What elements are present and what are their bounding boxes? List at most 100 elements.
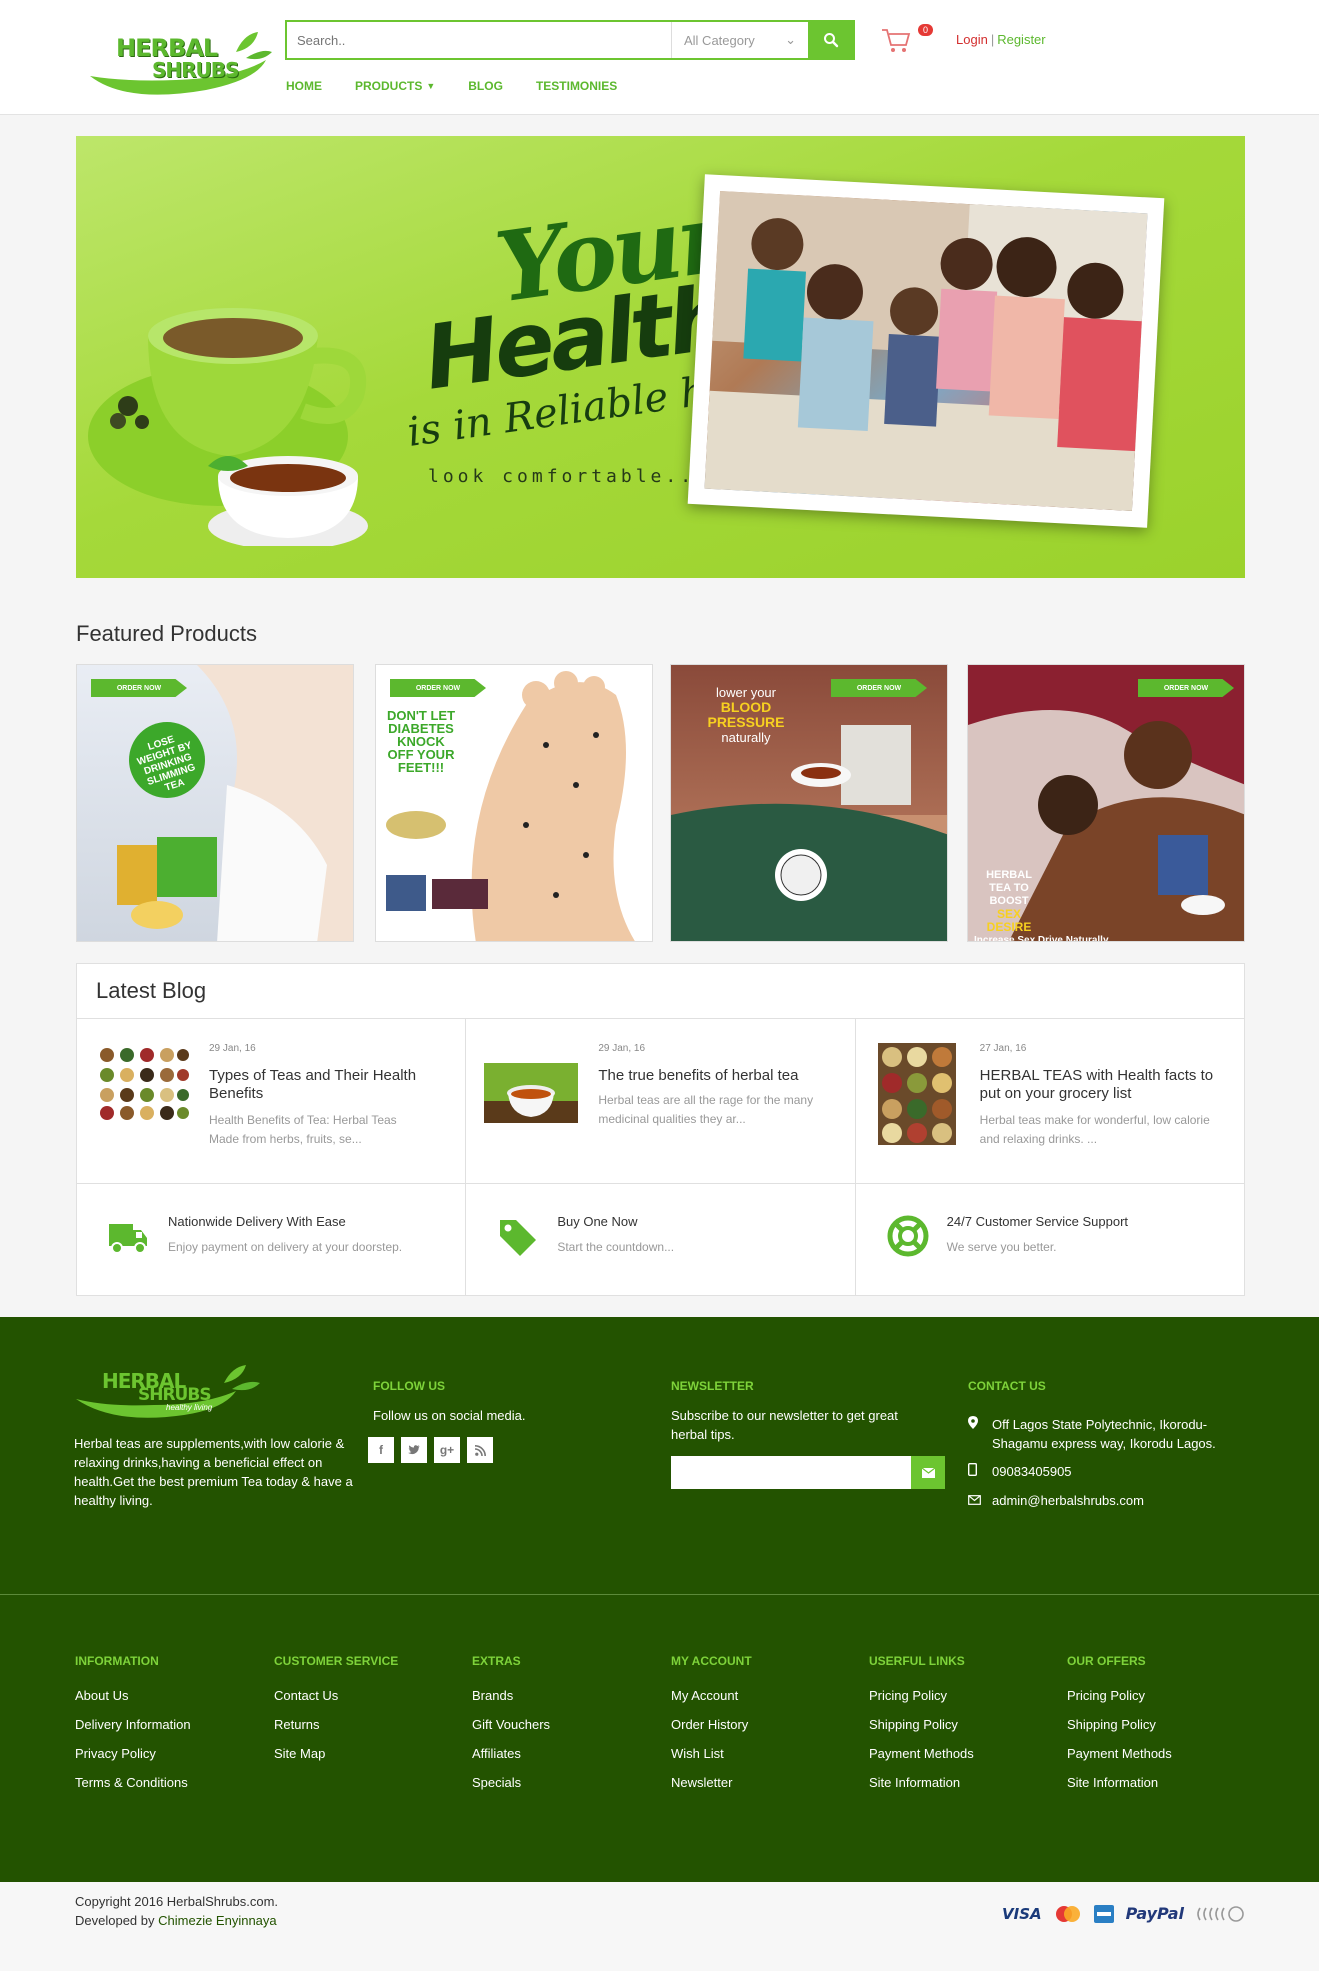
footer-link[interactable]: Order History bbox=[671, 1717, 752, 1736]
envelope-icon bbox=[968, 1491, 982, 1510]
footer-link[interactable]: Newsletter bbox=[671, 1775, 752, 1794]
service-features: Nationwide Delivery With Ease Enjoy paym… bbox=[77, 1184, 1244, 1295]
footer-link[interactable]: Pricing Policy bbox=[1067, 1688, 1172, 1707]
cart-button[interactable]: 0 bbox=[880, 24, 934, 56]
developer-credit: Developed by Chimezie Enyinnaya bbox=[75, 1911, 278, 1930]
product-card[interactable]: ORDER NOW LOSE WEIGHT BY DRINKING SLIMMI… bbox=[76, 664, 354, 942]
footer-link[interactable]: Shipping Policy bbox=[1067, 1717, 1172, 1736]
blog-excerpt: Herbal teas are all the rage for the man… bbox=[598, 1093, 814, 1126]
blog-post-title[interactable]: HERBAL TEAS with Health facts to put on … bbox=[980, 1067, 1216, 1103]
tea-cup-image bbox=[88, 308, 368, 546]
product-card[interactable]: ORDER NOW DON'T LET DIABETES KNOCK OFF Y… bbox=[375, 664, 653, 942]
chevron-down-icon: ⌄ bbox=[785, 32, 796, 47]
footer-link[interactable]: Site Information bbox=[869, 1775, 974, 1794]
footer-logo[interactable]: HERBAL SHRUBS healthy living bbox=[74, 1365, 264, 1425]
footer-link[interactable]: Returns bbox=[274, 1717, 398, 1736]
newsletter-subscribe-button[interactable] bbox=[911, 1456, 945, 1489]
cart-count-badge: 0 bbox=[918, 24, 934, 36]
product-3-line1: lower your bbox=[716, 685, 776, 700]
contact-address: Off Lagos State Polytechnic, Ikorodu-Sha… bbox=[968, 1415, 1228, 1453]
product-4-line1: HERBAL TEA TO BOOST bbox=[986, 869, 1032, 907]
footer-col-extras: EXTRAS Brands Gift Vouchers Affiliates S… bbox=[472, 1654, 550, 1804]
blog-post-title[interactable]: Types of Teas and Their Health Benefits bbox=[209, 1067, 439, 1103]
footer-link[interactable]: Brands bbox=[472, 1688, 550, 1707]
footer-link[interactable]: Pricing Policy bbox=[869, 1688, 974, 1707]
map-marker-icon bbox=[968, 1415, 982, 1453]
blog-excerpt: Herbal teas make for wonderful, low calo… bbox=[979, 1113, 1210, 1146]
nav-home[interactable]: HOME bbox=[286, 79, 322, 93]
herbal-tea-cup-image bbox=[484, 1063, 579, 1123]
footer-link[interactable]: Specials bbox=[472, 1775, 550, 1794]
footer-link[interactable]: Terms & Conditions bbox=[75, 1775, 191, 1794]
cart-icon bbox=[882, 29, 911, 52]
blog-thumb bbox=[484, 1063, 579, 1123]
footer-link[interactable]: Contact Us bbox=[274, 1688, 398, 1707]
contact-email: admin@herbalshrubs.com bbox=[968, 1491, 1144, 1510]
footer-col-title: INFORMATION bbox=[75, 1654, 159, 1668]
phone-text[interactable]: 09083405905 bbox=[992, 1462, 1072, 1481]
nav-blog[interactable]: BLOG bbox=[468, 79, 503, 93]
nav-products-label: PRODUCTS bbox=[355, 79, 423, 93]
visa-logo: VISA bbox=[1002, 1904, 1042, 1923]
facebook-icon[interactable]: f bbox=[368, 1437, 394, 1463]
address-text: Off Lagos State Polytechnic, Ikorodu-Sha… bbox=[992, 1417, 1216, 1451]
footer-link[interactable]: Privacy Policy bbox=[75, 1746, 191, 1765]
family-photo bbox=[687, 174, 1165, 528]
register-link[interactable]: Register bbox=[997, 32, 1045, 47]
email-text[interactable]: admin@herbalshrubs.com bbox=[992, 1491, 1144, 1510]
feature-desc: Start the countdown... bbox=[557, 1240, 675, 1254]
nav-home-label: HOME bbox=[286, 79, 322, 93]
newsletter-text: Subscribe to our newsletter to get great… bbox=[671, 1408, 898, 1442]
blog-excerpt: Health Benefits of Tea: Herbal Teas Made… bbox=[209, 1113, 397, 1146]
logo[interactable]: HERBAL SHRUBS bbox=[86, 30, 276, 102]
product-card[interactable]: ORDER NOW HERBAL TEA TO BOOST SEX DESIRE… bbox=[967, 664, 1245, 942]
blog-date: 29 Jan, 16 bbox=[598, 1043, 646, 1054]
footer-col-my-account: MY ACCOUNT My Account Order History Wish… bbox=[671, 1654, 752, 1804]
blog-post[interactable]: 29 Jan, 16 The true benefits of herbal t… bbox=[466, 1019, 856, 1183]
feature-delivery: Nationwide Delivery With Ease Enjoy paym… bbox=[77, 1184, 467, 1295]
feature-title: Nationwide Delivery With Ease bbox=[168, 1214, 346, 1229]
footer-link[interactable]: Payment Methods bbox=[869, 1746, 974, 1765]
blog-post[interactable]: 29 Jan, 16 Types of Teas and Their Healt… bbox=[77, 1019, 467, 1183]
footer-link[interactable]: Site Map bbox=[274, 1746, 398, 1765]
search-button[interactable] bbox=[808, 22, 853, 58]
blog-thumb bbox=[877, 1043, 956, 1145]
diabetes-tea-image bbox=[386, 671, 635, 941]
footer-col-title: OUR OFFERS bbox=[1067, 1654, 1146, 1668]
blog-post[interactable]: 27 Jan, 16 HERBAL TEAS with Health facts… bbox=[856, 1019, 1244, 1183]
product-card[interactable]: ORDER NOW lower your BLOOD PRESSURE natu… bbox=[670, 664, 948, 942]
category-select[interactable]: All Category ⌄ bbox=[671, 22, 808, 58]
site-header: HERBAL SHRUBS All Category ⌄ 0 Login|Reg… bbox=[0, 0, 1319, 115]
footer-link[interactable]: My Account bbox=[671, 1688, 752, 1707]
footer-link[interactable]: Affiliates bbox=[472, 1746, 550, 1765]
truck-icon bbox=[109, 1224, 147, 1254]
contact-phone: 09083405905 bbox=[967, 1462, 1072, 1481]
blog-date: 29 Jan, 16 bbox=[209, 1043, 256, 1054]
logo-line2: SHRUBS bbox=[152, 58, 239, 82]
category-selected: All Category bbox=[684, 32, 755, 48]
footer-link[interactable]: About Us bbox=[75, 1688, 191, 1707]
twitter-icon[interactable] bbox=[401, 1437, 427, 1463]
featured-products: ORDER NOW LOSE WEIGHT BY DRINKING SLIMMI… bbox=[76, 664, 1245, 942]
footer-col-customer-service: CUSTOMER SERVICE Contact Us Returns Site… bbox=[274, 1654, 398, 1775]
site-footer: HERBAL SHRUBS healthy living Herbal teas… bbox=[0, 1317, 1319, 1882]
search-input[interactable] bbox=[287, 22, 671, 58]
newsletter-email-input[interactable] bbox=[671, 1456, 911, 1489]
rss-icon[interactable] bbox=[467, 1437, 493, 1463]
order-now-tag: ORDER NOW bbox=[390, 679, 486, 697]
google-plus-icon[interactable]: g+ bbox=[434, 1437, 460, 1463]
product-3-line3: naturally bbox=[721, 730, 771, 745]
nav-products[interactable]: PRODUCTS ▼ bbox=[355, 79, 435, 93]
blog-post-title[interactable]: The true benefits of herbal tea bbox=[598, 1067, 828, 1085]
footer-link[interactable]: Wish List bbox=[671, 1746, 752, 1765]
footer-link[interactable]: Shipping Policy bbox=[869, 1717, 974, 1736]
footer-link[interactable]: Delivery Information bbox=[75, 1717, 191, 1736]
footer-link[interactable]: Payment Methods bbox=[1067, 1746, 1172, 1765]
footer-col-title: EXTRAS bbox=[472, 1654, 521, 1668]
login-link[interactable]: Login bbox=[956, 32, 988, 47]
footer-link[interactable]: Site Information bbox=[1067, 1775, 1172, 1794]
nav-testimonies[interactable]: TESTIMONIES bbox=[536, 79, 617, 93]
developer-link[interactable]: Chimezie Enyinnaya bbox=[158, 1913, 277, 1928]
hero-banner[interactable]: Your Health is in Reliable hand look com… bbox=[76, 136, 1245, 578]
footer-link[interactable]: Gift Vouchers bbox=[472, 1717, 550, 1736]
